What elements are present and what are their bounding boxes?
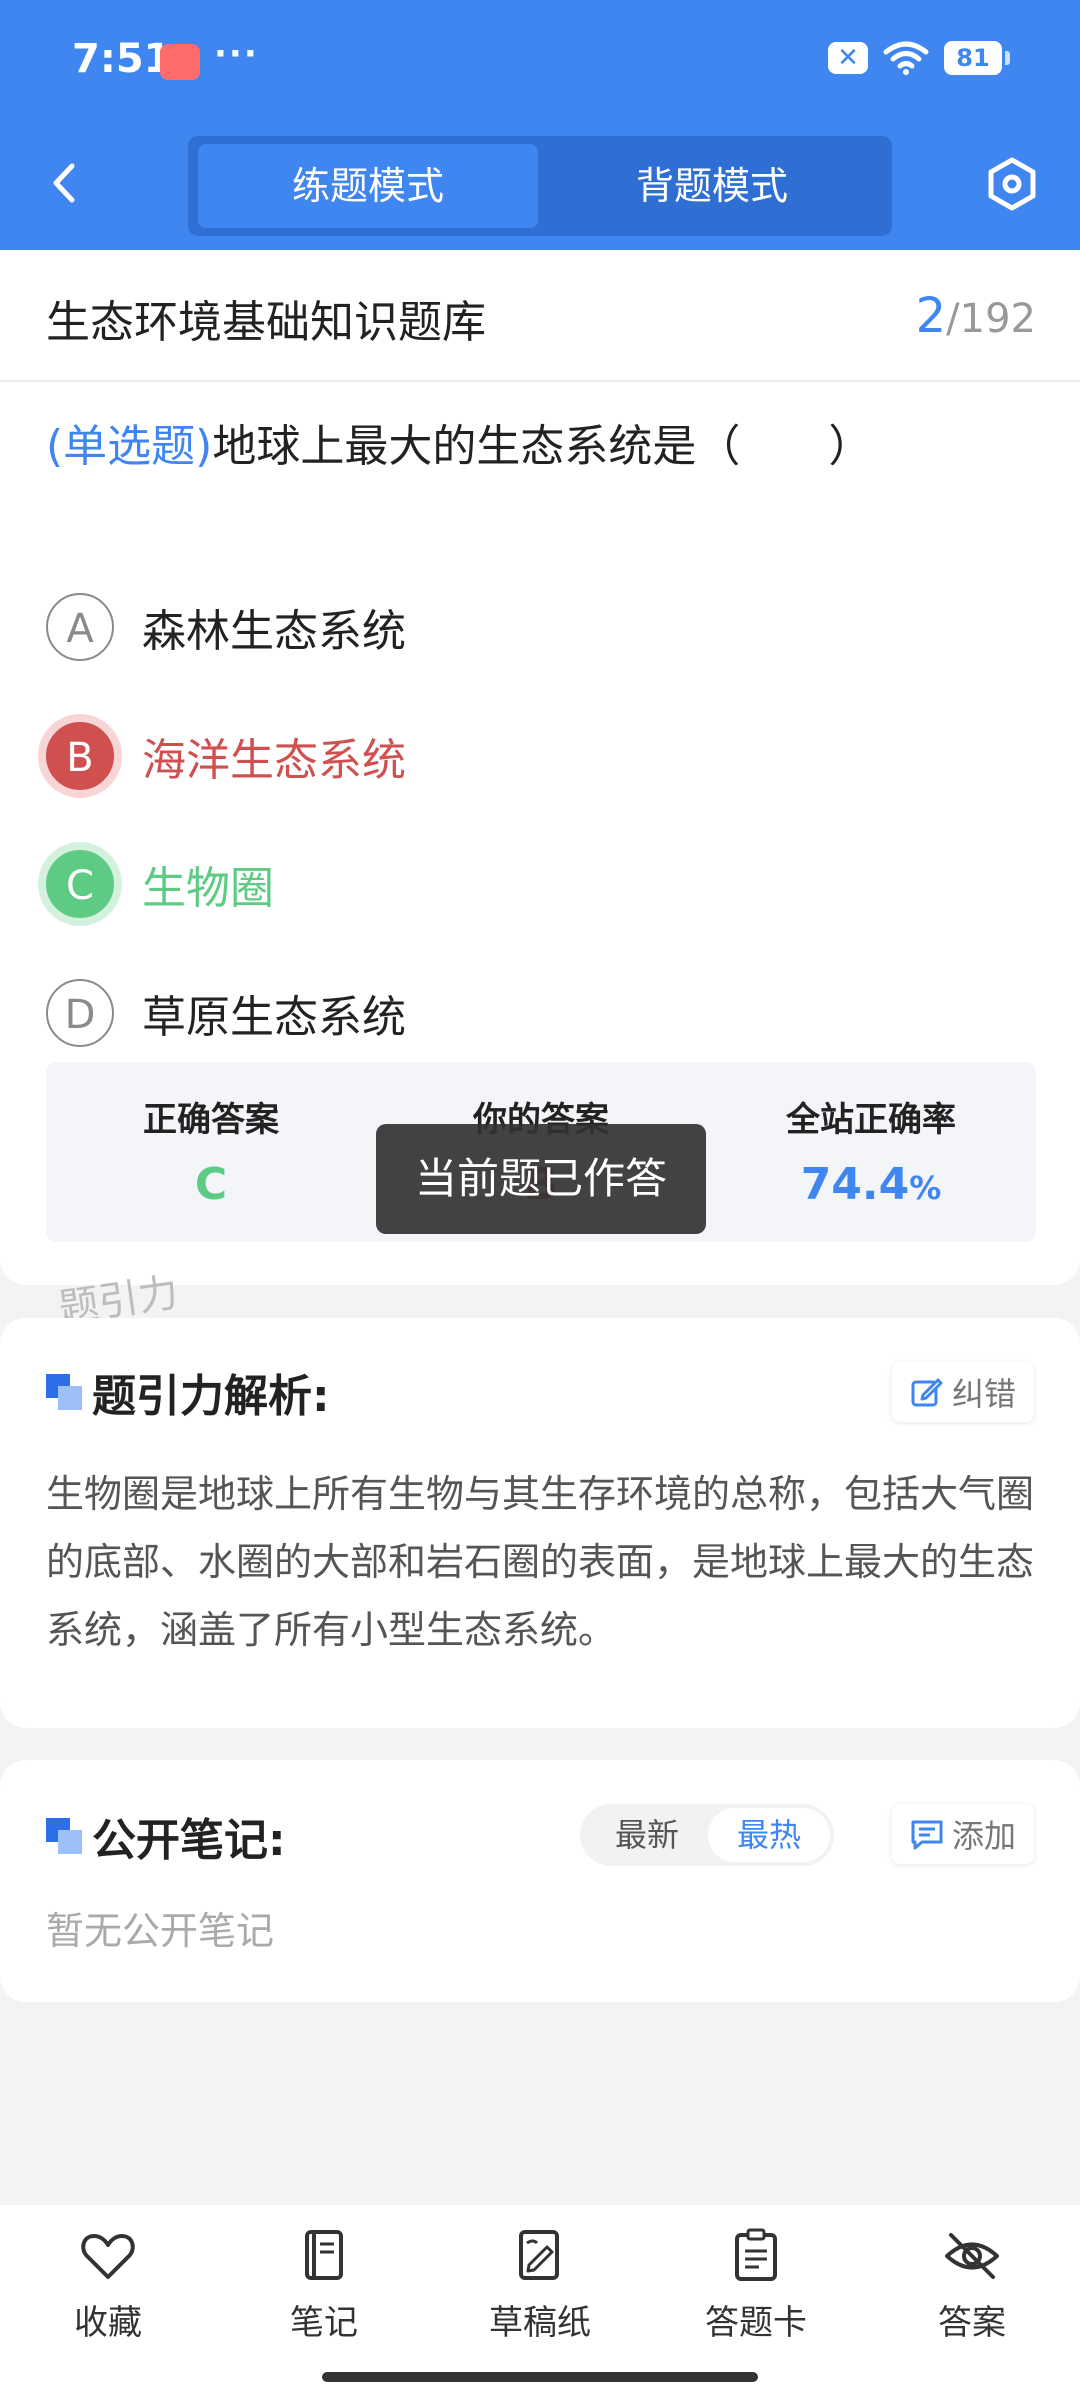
- add-note-label: 添加: [951, 1817, 1016, 1855]
- top-header: 7:51 ··· ✕ 81 练题模式 背题模式: [0, 0, 1080, 250]
- nav-answer-sheet[interactable]: 答题卡: [656, 2227, 856, 2344]
- option-text: 森林生态系统: [142, 606, 406, 657]
- close-notification-icon: ✕: [828, 42, 868, 74]
- option-d[interactable]: D 草原生态系统: [46, 976, 406, 1050]
- notes-title: 公开笔记:: [92, 1815, 286, 1866]
- nav-draft-paper[interactable]: 草稿纸: [440, 2227, 640, 2344]
- eye-off-icon: [945, 2233, 999, 2279]
- question-counter: 2/192: [916, 288, 1036, 344]
- option-b[interactable]: B 海洋生态系统: [46, 719, 406, 793]
- nav-favorite[interactable]: 收藏: [8, 2227, 208, 2344]
- option-letter: A: [46, 593, 114, 661]
- wifi-icon: [883, 41, 929, 75]
- option-text: 生物圈: [142, 863, 274, 914]
- nav-favorite-label: 收藏: [74, 2303, 142, 2343]
- nav-show-answer-label: 答案: [938, 2303, 1006, 2343]
- option-letter: B: [46, 722, 114, 790]
- nav-show-answer[interactable]: 答案: [872, 2227, 1072, 2344]
- nav-notes[interactable]: 笔记: [224, 2227, 424, 2344]
- settings-hexagon-icon[interactable]: [984, 156, 1040, 212]
- question-type: (单选题): [46, 421, 213, 472]
- correct-answer-column: 正确答案 C: [46, 1092, 376, 1210]
- total-question-count: /192: [946, 296, 1036, 342]
- divider: [0, 380, 1080, 382]
- nav-draft-paper-label: 草稿纸: [489, 2303, 591, 2343]
- answered-toast: 当前题已作答: [376, 1124, 706, 1234]
- section-square-icon: [46, 1374, 82, 1410]
- draft-paper-icon: [519, 2230, 559, 2280]
- home-indicator[interactable]: [322, 2372, 758, 2382]
- current-question-number: 2: [915, 288, 947, 344]
- nav-notes-label: 笔记: [290, 2303, 358, 2343]
- public-notes-card: 公开笔记: 最新 最热 添加 暂无公开笔记: [0, 1760, 1080, 2002]
- correct-answer-value: C: [194, 1159, 228, 1210]
- nav-answer-sheet-label: 答题卡: [705, 2303, 807, 2343]
- site-accuracy-column: 全站正确率 74.4%: [706, 1092, 1036, 1210]
- app-notification-icon: [160, 44, 200, 80]
- empty-notes-text: 暂无公开笔记: [46, 1909, 275, 1953]
- comment-icon: [911, 1820, 943, 1850]
- analysis-text: 生物圈是地球上所有生物与其生存环境的总称，包括大气圈的底部、水圈的大部和岩石圈的…: [46, 1472, 1035, 1652]
- answer-sheet-icon: [735, 2228, 777, 2281]
- sort-latest-option[interactable]: 最新: [586, 1808, 708, 1862]
- report-error-label: 纠错: [951, 1375, 1016, 1413]
- analysis-title: 题引力解析:: [92, 1371, 330, 1422]
- bottom-toolbar: 收藏 笔记 草稿纸 答题卡 答案: [0, 2205, 1080, 2400]
- option-letter: C: [46, 850, 114, 918]
- analysis-card: 题引力解析: 纠错 生物圈是地球上所有生物与其生存环境的总称，包括大气圈的底部、…: [0, 1318, 1080, 1728]
- edit-icon: [911, 1378, 943, 1407]
- site-accuracy-unit: %: [909, 1169, 942, 1207]
- add-note-button[interactable]: 添加: [891, 1804, 1034, 1864]
- status-time: 7:51: [72, 36, 172, 82]
- sort-hot-option[interactable]: 最热: [708, 1808, 830, 1862]
- notes-sort-toggle: 最新 最热: [580, 1804, 834, 1866]
- question-bank-title: 生态环境基础知识题库: [46, 297, 486, 348]
- back-arrow-icon[interactable]: [40, 158, 90, 208]
- mode-switch: 练题模式 背题模式: [188, 136, 892, 236]
- site-accuracy-value: 74.4%: [706, 1159, 1036, 1210]
- battery-indicator: 81: [944, 41, 1010, 75]
- question-stem: (单选题)地球上最大的生态系统是（ ）: [46, 410, 872, 474]
- option-c[interactable]: C 生物圈: [46, 847, 274, 921]
- option-letter: D: [46, 979, 114, 1047]
- correct-answer-label: 正确答案: [143, 1100, 279, 1140]
- site-accuracy-number: 74.4: [800, 1159, 910, 1210]
- option-text: 草原生态系统: [142, 992, 406, 1043]
- site-accuracy-label: 全站正确率: [786, 1100, 956, 1140]
- status-icons: ✕ 81: [828, 40, 1010, 76]
- notebook-icon: [305, 2230, 343, 2280]
- option-text: 海洋生态系统: [142, 735, 406, 786]
- option-a[interactable]: A 森林生态系统: [46, 590, 406, 664]
- heart-icon: [81, 2234, 135, 2279]
- section-square-icon: [46, 1818, 82, 1854]
- tab-practice-mode[interactable]: 练题模式: [198, 144, 538, 228]
- question-card: 生态环境基础知识题库 2/192 (单选题)地球上最大的生态系统是（ ） A 森…: [0, 250, 1080, 1332]
- question-text: 地球上最大的生态系统是（ ）: [212, 421, 873, 472]
- report-error-button[interactable]: 纠错: [891, 1362, 1034, 1422]
- tab-recite-mode[interactable]: 背题模式: [542, 144, 882, 228]
- more-notifications-icon: ···: [214, 34, 259, 74]
